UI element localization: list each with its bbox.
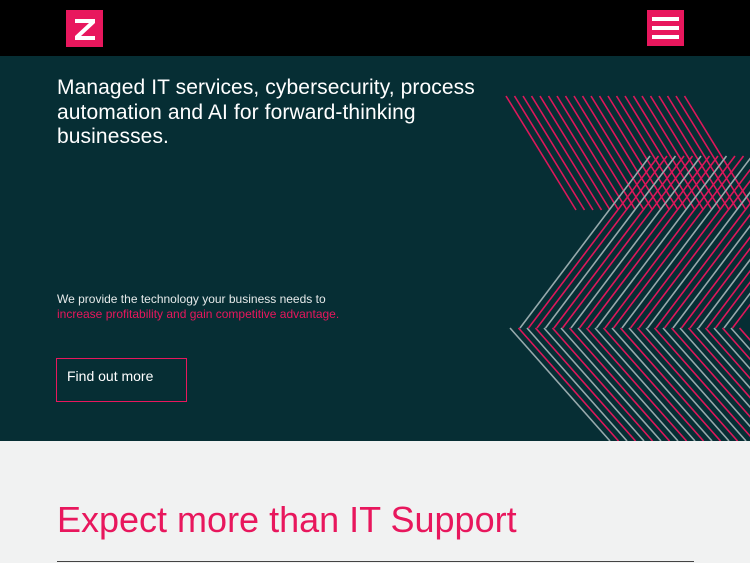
menu-button[interactable] (647, 10, 684, 46)
intro-highlight-text: increase profitability and gain competit… (57, 306, 340, 321)
striped-chevron-graphic (505, 95, 750, 441)
intro-text: We provide the technology your business … (57, 292, 326, 306)
find-out-more-button[interactable]: Find out more (56, 358, 187, 402)
hero-headline: Managed IT services, cybersecurity, proc… (57, 76, 475, 148)
z-logo-icon (74, 18, 95, 40)
section-heading: Expect more than IT Support (57, 499, 517, 540)
brand-logo[interactable] (66, 10, 103, 47)
top-navigation-bar (0, 0, 750, 56)
hero-intro: We provide the technology your business … (57, 292, 457, 321)
hero-section: Managed IT services, cybersecurity, proc… (0, 56, 750, 441)
hamburger-menu-icon (652, 17, 679, 21)
section-divider (57, 561, 694, 562)
